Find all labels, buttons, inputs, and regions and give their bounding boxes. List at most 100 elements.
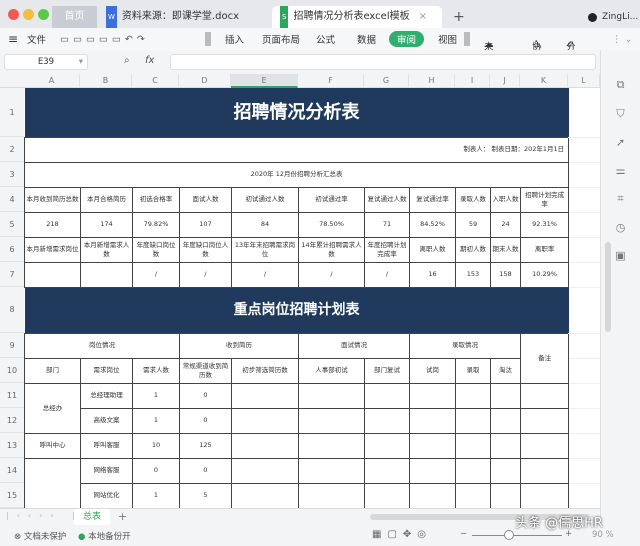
file-menu[interactable]: 文件 <box>27 32 46 46</box>
cell[interactable] <box>364 482 410 508</box>
cell[interactable]: 0 <box>179 457 232 484</box>
cell[interactable]: 入职人数 <box>490 186 521 213</box>
column-label[interactable]: 部门复试 <box>364 357 410 384</box>
row-header-6[interactable]: 6 <box>0 237 24 262</box>
cell[interactable] <box>490 457 521 484</box>
cell[interactable]: 初试通过人数 <box>231 186 299 213</box>
cell[interactable]: 107 <box>179 211 232 238</box>
spreadsheet-grid[interactable]: 招聘情况分析表 制表人： 制表日期：202年1月1日 2020年 12月份招聘分析汇… <box>24 88 600 508</box>
cell[interactable]: 174 <box>80 211 133 238</box>
cell[interactable]: 1 <box>132 382 180 409</box>
menu-review[interactable]: 审阅 <box>389 31 425 47</box>
cell[interactable]: 218 <box>24 211 81 238</box>
cell[interactable] <box>409 482 456 508</box>
row-header-14[interactable]: 14 <box>0 458 24 483</box>
row-header-11[interactable]: 11 <box>0 383 24 408</box>
cell[interactable]: 年度缺口岗位人数 <box>179 236 232 263</box>
cell[interactable] <box>519 407 570 434</box>
cell[interactable]: 招聘计划完成率 <box>519 186 570 213</box>
cell[interactable] <box>409 457 456 484</box>
cell[interactable]: 本月新增需求岗位 <box>24 236 81 263</box>
cell[interactable]: / <box>364 261 410 288</box>
row-header-13[interactable]: 13 <box>0 433 24 458</box>
column-header-C[interactable]: C <box>132 74 179 88</box>
history-icon[interactable]: ◷ <box>616 221 626 234</box>
cell[interactable]: 84 <box>231 211 299 238</box>
sheet-nav-buttons[interactable]: |‹‹›› | <box>6 511 83 520</box>
cell[interactable]: 本月新增需求人数 <box>80 236 133 263</box>
formula-input[interactable] <box>170 54 596 70</box>
menu-page-layout[interactable]: 页面布局 <box>262 32 300 46</box>
cell[interactable]: 0 <box>132 457 180 484</box>
cell[interactable] <box>490 482 521 508</box>
close-window-button[interactable] <box>8 9 19 20</box>
hamburger-menu-icon[interactable]: ≡ <box>8 32 18 46</box>
zoom-out-button[interactable]: − <box>460 529 467 539</box>
cell[interactable]: 高级文案 <box>80 407 133 434</box>
empty-cell[interactable] <box>568 333 600 359</box>
cell[interactable]: 年度缺口岗位数 <box>132 236 180 263</box>
empty-cell[interactable] <box>568 162 600 188</box>
cell[interactable] <box>409 432 456 459</box>
column-header-A[interactable]: A <box>24 74 80 88</box>
cell[interactable] <box>519 382 570 409</box>
row-header-15[interactable]: 15 <box>0 483 24 508</box>
protect-status[interactable]: ⊗ 文档未保护 <box>14 530 66 542</box>
cell[interactable]: 初试通过率 <box>298 186 365 213</box>
cell[interactable]: / <box>132 261 180 288</box>
image-icon[interactable]: ▣ <box>615 249 625 262</box>
group-header[interactable]: 岗位情况 <box>24 332 180 359</box>
tab-excel[interactable]: S 招聘情况分析表excel模板 × <box>272 6 442 28</box>
remark-header[interactable]: 备注 <box>519 332 570 384</box>
cell[interactable] <box>231 432 299 459</box>
menu-view[interactable]: 视图 <box>438 32 457 46</box>
dept-cell[interactable]: 呼叫中心 <box>24 432 81 459</box>
scroll-right-button[interactable] <box>464 32 470 46</box>
empty-cell[interactable] <box>568 262 600 288</box>
cell[interactable]: 78.50% <box>298 211 365 238</box>
cell[interactable]: 71 <box>364 211 410 238</box>
group-header[interactable]: 收到简历 <box>179 332 299 359</box>
cell[interactable] <box>490 407 521 434</box>
sheet-tab-main[interactable]: 总表 <box>74 509 110 525</box>
cell[interactable]: / <box>298 261 365 288</box>
cell[interactable] <box>298 457 365 484</box>
column-header-E[interactable]: E <box>231 74 298 88</box>
column-header-J[interactable]: J <box>490 74 520 88</box>
cell[interactable]: 本月收到简历总数 <box>24 186 81 213</box>
row-header-5[interactable]: 5 <box>0 212 24 237</box>
cell[interactable] <box>409 407 456 434</box>
maximize-window-button[interactable] <box>38 9 49 20</box>
cell[interactable]: 录取人数 <box>455 186 491 213</box>
cell[interactable] <box>364 382 410 409</box>
cell[interactable]: / <box>179 261 232 288</box>
column-label[interactable]: 淘汰 <box>490 357 521 384</box>
cell[interactable] <box>519 482 570 508</box>
column-label[interactable]: 初步筛选简历数 <box>231 357 299 384</box>
cell[interactable]: 0 <box>179 407 232 434</box>
shape-icon[interactable]: ⧉ <box>617 78 625 92</box>
tab-home[interactable]: 首页 <box>52 6 97 28</box>
cell[interactable]: 复试通过率 <box>409 186 456 213</box>
cell[interactable] <box>298 382 365 409</box>
cell[interactable]: 59 <box>455 211 491 238</box>
empty-cell[interactable] <box>568 137 600 163</box>
minimize-window-button[interactable] <box>23 9 34 20</box>
empty-cell[interactable] <box>568 88 600 138</box>
row-header-10[interactable]: 10 <box>0 358 24 383</box>
column-header-D[interactable]: D <box>179 74 231 88</box>
cell[interactable] <box>24 261 81 288</box>
cell[interactable]: 10.29% <box>519 261 570 288</box>
cell[interactable]: 14年累计招聘需求人数 <box>298 236 365 263</box>
row-header-4[interactable]: 4 <box>0 187 24 212</box>
column-header-L[interactable]: L <box>568 74 600 88</box>
backup-status[interactable]: ● 本地备份开 <box>78 530 131 542</box>
cell[interactable]: 年度招聘计划完成率 <box>364 236 410 263</box>
summary-subtitle[interactable]: 2020年 12月份招聘分析汇总表 <box>24 161 570 187</box>
row-header-2[interactable]: 2 <box>0 137 24 162</box>
shield-icon[interactable]: ⛉ <box>616 107 624 121</box>
cell[interactable] <box>455 482 491 508</box>
cell[interactable]: 79.82% <box>132 211 180 238</box>
dept-cell[interactable]: 总经办 <box>24 382 81 434</box>
quick-access-icons[interactable]: ▭▭▭▭▭↶↷ <box>60 34 149 45</box>
